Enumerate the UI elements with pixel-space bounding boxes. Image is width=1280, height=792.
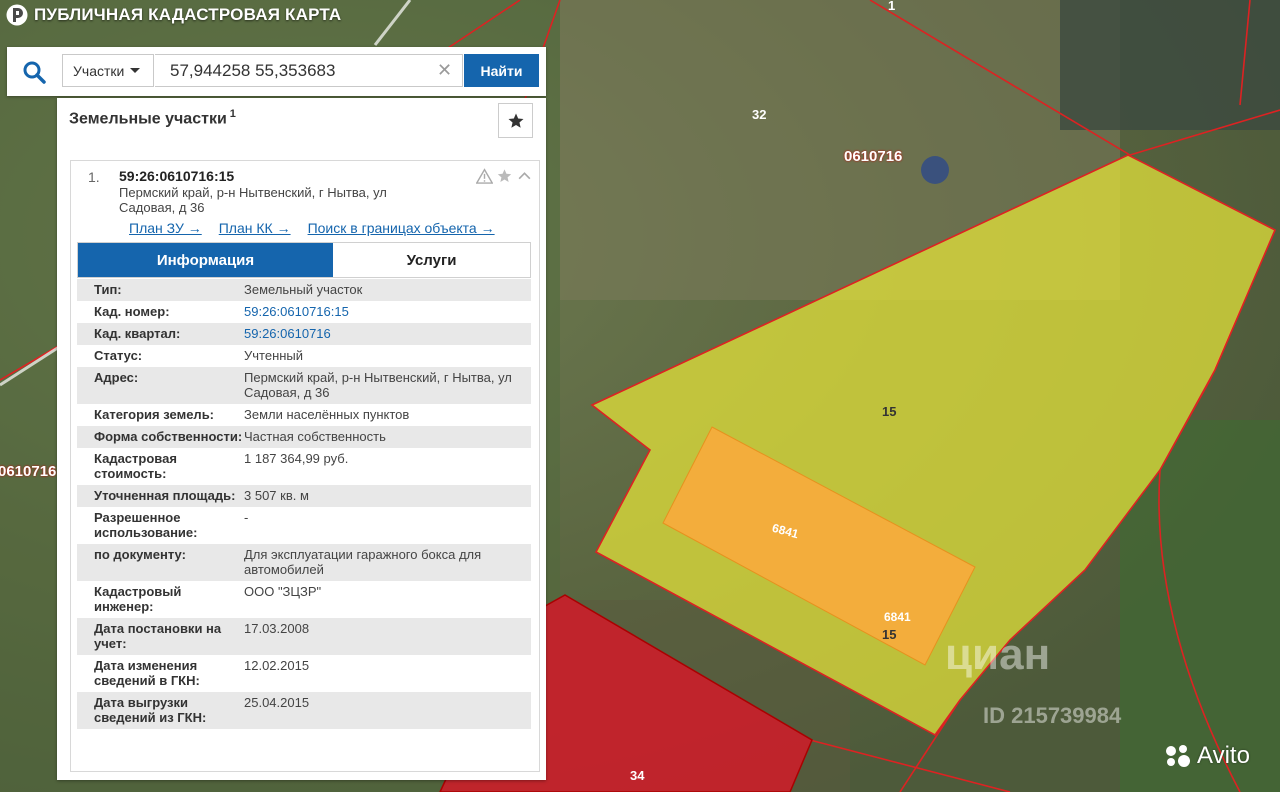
link-plan-kk[interactable]: План КК → — [219, 220, 291, 236]
info-value: 1 187 364,99 руб. — [244, 451, 349, 466]
info-value: 59:26:0610716 — [244, 323, 531, 345]
info-value: 12.02.2015 — [244, 658, 310, 673]
star-icon — [508, 113, 523, 128]
map-label-6841-b: 6841 — [884, 610, 911, 624]
info-row: Дата выгрузки сведений из ГКН: 25.04.2015 — [77, 692, 531, 729]
info-key: Статус: — [94, 348, 143, 363]
results-panel: Земельные участки 1 1. 59:26:0610716:15 П… — [57, 98, 546, 780]
cian-watermark: циан — [945, 630, 1051, 679]
info-value: Учтенный — [244, 348, 304, 363]
info-row: Кад. квартал: 59:26:0610716 — [77, 323, 531, 345]
info-key: Уточненная площадь: — [94, 488, 236, 503]
info-link[interactable]: 59:26:0610716:15 — [244, 304, 349, 319]
info-row: Кадастровая стоимость: 1 187 364,99 руб. — [77, 448, 531, 485]
search-scope-select[interactable]: Участки — [62, 54, 154, 87]
info-key: Разрешенное использование: — [94, 510, 198, 540]
chevron-down-icon — [130, 68, 141, 73]
info-table: Тип: Земельный участок Кад. номер: 59:26:06… — [77, 279, 531, 729]
warning-icon[interactable] — [476, 168, 493, 184]
info-value: 59:26:0610716:15 — [244, 301, 531, 323]
info-value: ООО "ЗЦЗР" — [244, 584, 322, 599]
result-address: Пермский край, р-н Нытвенский, г Нытва, … — [119, 185, 387, 215]
search-button[interactable]: Найти — [464, 54, 539, 87]
info-value: 3 507 кв. м — [244, 488, 309, 503]
info-value: - — [244, 510, 249, 525]
info-key: Адрес: — [94, 370, 139, 385]
link-search-in-bounds[interactable]: Поиск в границах объекта → — [308, 220, 495, 236]
info-key: Дата изменения сведений в ГКН: — [94, 658, 200, 688]
panel-title-text: Земельные участки — [69, 110, 227, 128]
result-card: 1. 59:26:0610716:15 Пермский край, р-н Н… — [70, 160, 540, 772]
clear-icon[interactable]: ✕ — [437, 60, 452, 80]
map-label-1: 1 — [888, 0, 896, 13]
info-link[interactable]: 59:26:0610716 — [244, 326, 331, 341]
info-key: Дата постановки на учет: — [94, 621, 222, 651]
info-row: Дата постановки на учет: 17.03.2008 — [77, 618, 531, 655]
info-key: Категория земель: — [94, 407, 215, 422]
info-key: Кад. квартал: — [94, 326, 181, 341]
result-cad-number[interactable]: 59:26:0610716:15 — [119, 168, 234, 184]
cian-id-watermark: ID 215739984 — [983, 703, 1122, 728]
info-key: Тип: — [94, 282, 122, 297]
tab-services[interactable]: Услуги — [333, 243, 530, 277]
info-row: Разрешенное использование: - — [77, 507, 531, 544]
info-value: Пермский край, р-н Нытвенский, г Нытва, … — [244, 370, 512, 400]
info-value: Земли населённых пунктов — [244, 407, 410, 422]
map-label-34: 34 — [630, 768, 645, 783]
result-tabs: Информация Услуги — [77, 242, 531, 278]
info-key: Форма собственности: — [94, 429, 243, 444]
app-header: ПУБЛИЧНАЯ КАДАСТРОВАЯ КАРТА — [6, 4, 341, 26]
map-label-quarter: 0610716 — [844, 148, 903, 165]
info-row: Тип: Земельный участок — [77, 279, 531, 301]
result-index: 1. — [88, 169, 100, 185]
info-row: Адрес: Пермский край, р-н Нытвенский, г Н… — [77, 367, 531, 404]
search-scope-label: Участки — [73, 62, 125, 79]
app-title: ПУБЛИЧНАЯ КАДАСТРОВАЯ КАРТА — [34, 5, 342, 24]
map-label-15: 15 — [882, 404, 897, 419]
info-value: Земельный участок — [244, 282, 363, 297]
info-row: Форма собственности: Частная собственност… — [77, 426, 531, 448]
info-key: Кад. номер: — [94, 304, 170, 319]
map-label-32: 32 — [752, 107, 767, 122]
info-value: Для эксплуатации гаражного бокса для авт… — [244, 547, 482, 577]
info-row: Статус: Учтенный — [77, 345, 531, 367]
info-row: Дата изменения сведений в ГКН: 12.02.2015 — [77, 655, 531, 692]
info-row: Кад. номер: 59:26:0610716:15 — [77, 301, 531, 323]
info-key: Дата выгрузки сведений из ГКН: — [94, 695, 207, 725]
result-links: План ЗУ → План КК → Поиск в границах объ… — [129, 220, 495, 236]
favorite-button[interactable] — [498, 103, 533, 138]
info-value: 25.04.2015 — [244, 695, 310, 710]
avito-watermark: Avito — [1163, 742, 1250, 770]
link-plan-zu[interactable]: План ЗУ → — [129, 220, 202, 236]
info-key: Кадастровая стоимость: — [94, 451, 177, 481]
info-key: по документу: — [94, 547, 186, 562]
result-actions — [476, 168, 533, 184]
search-icon[interactable] — [21, 59, 47, 85]
info-row: Уточненная площадь: 3 507 кв. м — [77, 485, 531, 507]
info-value: 17.03.2008 — [244, 621, 310, 636]
favorite-star-icon[interactable] — [496, 168, 513, 184]
search-input[interactable] — [155, 54, 463, 87]
avito-label: Avito — [1197, 742, 1250, 769]
results-count: 1 — [229, 108, 236, 120]
info-row: Категория земель: Земли населённых пункто… — [77, 404, 531, 426]
info-key: Кадастровый инженер: — [94, 584, 182, 614]
chevron-up-icon[interactable] — [516, 168, 533, 184]
pkk-logo-icon[interactable] — [6, 4, 28, 26]
info-row: Кадастровый инженер: ООО "ЗЦЗР" — [77, 581, 531, 618]
info-row: по документу: Для эксплуатации гаражного … — [77, 544, 531, 581]
map-label-quarter-left: 0610716 — [0, 463, 57, 480]
tab-info[interactable]: Информация — [78, 243, 333, 277]
map-label-15-b: 15 — [882, 627, 897, 642]
info-value: Частная собственность — [244, 429, 386, 444]
panel-title: Земельные участки 1 — [69, 108, 236, 128]
search-bar: Участки ✕ Найти — [7, 47, 546, 96]
avito-logo-icon — [1166, 745, 1190, 767]
